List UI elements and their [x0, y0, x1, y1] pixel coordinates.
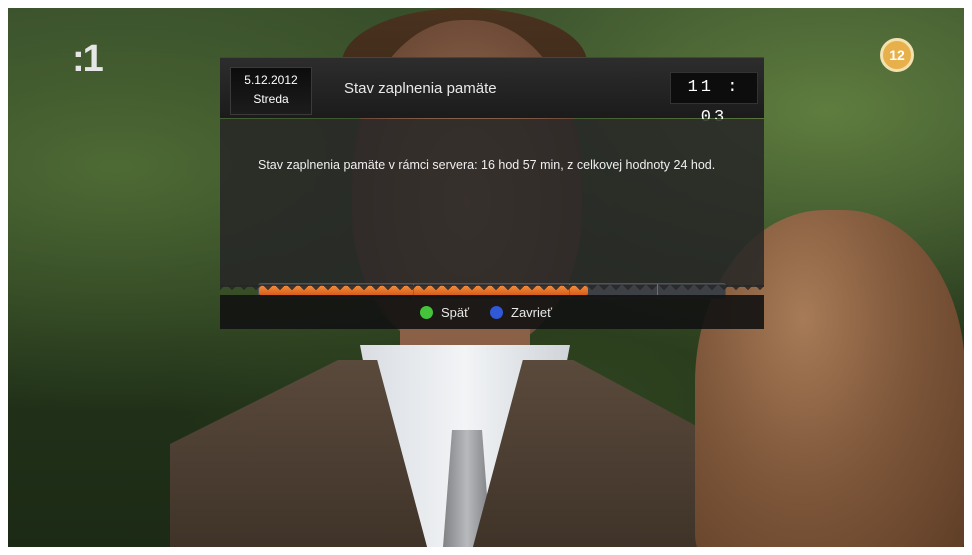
dialog-body: Stav zaplnenia pamäte v rámci servera: 1… [220, 119, 764, 299]
dialog-footer: Späť Zavrieť [220, 295, 764, 329]
clock: 11 : 03 [670, 72, 758, 127]
back-button[interactable]: Späť [420, 303, 469, 321]
green-dot-icon [420, 305, 433, 319]
channel-logo: :1 [72, 38, 104, 80]
storage-message: Stav zaplnenia pamäte v rámci servera: 1… [258, 158, 716, 172]
close-button[interactable]: Zavrieť [490, 303, 552, 321]
close-button-label: Zavrieť [511, 304, 552, 320]
age-rating-badge: 12 [880, 38, 914, 72]
back-button-label: Späť [441, 304, 470, 320]
storage-status-dialog: 5.12.2012 Streda Stav zaplnenia pamäte 1… [220, 57, 764, 329]
blue-dot-icon [490, 305, 503, 319]
dialog-divider [220, 285, 764, 295]
dialog-title: Stav zaplnenia pamäte [344, 80, 497, 97]
date-text: 5.12.2012 [244, 73, 298, 87]
tv-screen: :1 12 5.12.2012 Streda Stav zaplnenia pa… [0, 0, 972, 555]
date-box: 5.12.2012 Streda [230, 67, 312, 115]
dialog-header: 5.12.2012 Streda Stav zaplnenia pamäte 1… [220, 57, 764, 127]
weekday-text: Streda [253, 92, 289, 106]
